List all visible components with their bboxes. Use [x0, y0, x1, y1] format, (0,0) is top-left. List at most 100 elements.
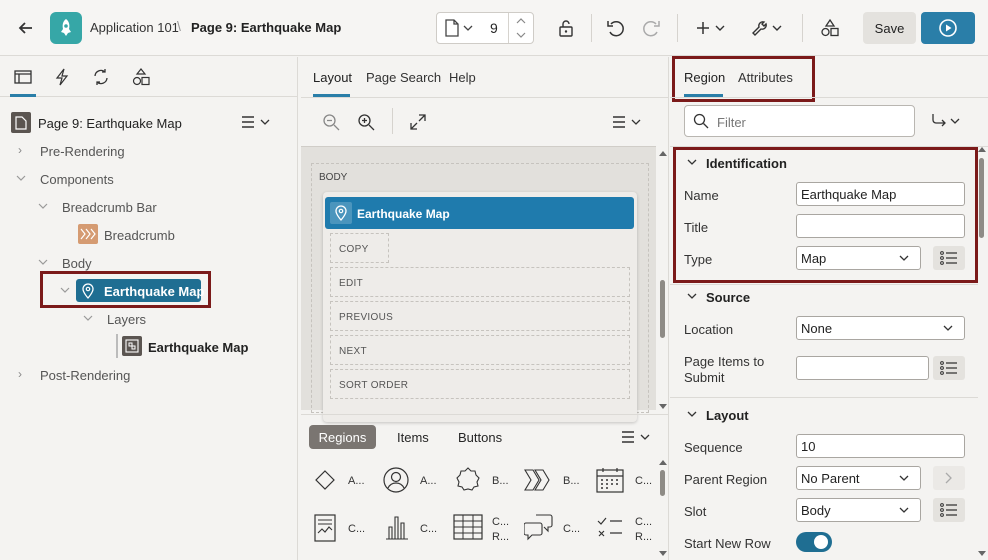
unlock-icon[interactable]	[555, 17, 577, 39]
tab-layout[interactable]: Layout	[313, 70, 352, 85]
map-region-title: Earthquake Map	[357, 207, 450, 221]
palette-item-label: C...	[635, 516, 653, 528]
slot-next[interactable]: NEXT	[330, 335, 630, 365]
avatar-region-icon[interactable]	[381, 464, 411, 496]
chevron-down-icon[interactable]	[898, 473, 910, 483]
tree-root-label[interactable]: Page 9: Earthquake Map	[38, 116, 182, 131]
chevron-down-icon[interactable]	[462, 22, 474, 34]
shared-components-icon[interactable]	[819, 17, 841, 39]
chart-region-icon[interactable]	[383, 512, 411, 542]
slot-copy[interactable]: COPY	[330, 233, 389, 263]
content-row-icon[interactable]	[595, 513, 625, 541]
tree-menu-button[interactable]	[240, 113, 272, 131]
tree-node-layer-earthquake-map[interactable]: Earthquake Map	[148, 340, 248, 355]
chevron-right-icon[interactable]: ›	[18, 367, 22, 381]
page-icon	[11, 112, 31, 133]
slot-list-button[interactable]	[933, 498, 965, 522]
tree-node-components[interactable]: Components	[40, 172, 114, 187]
chevron-down-icon[interactable]	[37, 201, 49, 211]
scroll-down-icon[interactable]	[977, 550, 986, 556]
utilities-wrench-button[interactable]	[748, 16, 786, 40]
tab-page-search[interactable]: Page Search	[366, 70, 441, 85]
chevron-down-icon[interactable]	[942, 323, 954, 333]
run-page-button[interactable]	[921, 12, 975, 44]
sequence-field[interactable]: 10	[796, 434, 965, 458]
active-tab-indicator	[10, 94, 36, 97]
palette-tab-regions[interactable]: Regions	[309, 425, 376, 449]
processing-tab-icon[interactable]	[91, 67, 111, 87]
undo-icon[interactable]	[605, 17, 627, 39]
page-number-value[interactable]: 9	[490, 20, 498, 36]
chevron-up-icon[interactable]	[516, 18, 526, 24]
chevron-down-icon[interactable]	[898, 505, 910, 515]
chevron-down-icon[interactable]	[15, 173, 27, 183]
zoom-in-icon[interactable]	[355, 111, 377, 133]
tree-node-breadcrumb-bar[interactable]: Breadcrumb Bar	[62, 200, 157, 215]
shared-components-tab-icon[interactable]	[131, 67, 151, 87]
breadcrumb-application[interactable]: Application 101	[90, 20, 179, 35]
section-source[interactable]: Source	[706, 290, 750, 305]
divider	[670, 97, 988, 98]
sequence-label: Sequence	[684, 440, 743, 455]
palette-item-label-line2: R...	[635, 531, 653, 543]
tree-guide-line	[116, 334, 118, 358]
rendering-tab-icon[interactable]	[13, 68, 33, 86]
layout-scrollbar[interactable]	[660, 280, 665, 338]
page-items-field[interactable]	[796, 356, 929, 380]
palette-tab-items[interactable]: Items	[397, 430, 429, 445]
page-stepper[interactable]	[508, 13, 532, 43]
scroll-up-icon[interactable]	[658, 150, 667, 156]
palette-menu-button[interactable]	[620, 429, 652, 445]
dynamic-actions-tab-icon[interactable]	[52, 67, 72, 87]
slot-previous[interactable]: PREVIOUS	[330, 301, 630, 331]
scroll-down-icon[interactable]	[658, 550, 667, 556]
page-items-list-button[interactable]	[933, 356, 965, 380]
palette-scrollbar[interactable]	[660, 470, 665, 496]
tree-node-layers[interactable]: Layers	[107, 312, 146, 327]
calendar-region-icon[interactable]	[595, 466, 625, 494]
go-to-group-button[interactable]	[928, 111, 964, 131]
palette-tab-buttons[interactable]: Buttons	[458, 430, 502, 445]
classic-report-icon[interactable]	[452, 513, 484, 541]
location-select[interactable]: None	[796, 316, 965, 340]
tree-node-body[interactable]: Body	[62, 256, 92, 271]
badge-region-icon[interactable]	[452, 464, 484, 496]
tree-node-pre-rendering[interactable]: Pre-Rendering	[40, 144, 125, 159]
page-icon	[443, 18, 461, 38]
chevron-down-icon[interactable]	[686, 409, 698, 419]
breadcrumb-region-icon[interactable]	[523, 466, 555, 494]
chevron-down-icon[interactable]	[516, 32, 526, 38]
tab-help[interactable]: Help	[449, 70, 476, 85]
palette-item-label: C...	[348, 523, 366, 535]
property-scrollbar[interactable]	[979, 158, 984, 238]
layout-menu-button[interactable]	[611, 113, 643, 131]
scroll-up-icon[interactable]	[977, 146, 986, 152]
card-region-icon[interactable]	[312, 513, 338, 543]
chevron-right-icon[interactable]: ›	[18, 143, 22, 157]
toolbar-divider	[677, 14, 678, 42]
back-arrow-icon[interactable]	[14, 16, 38, 40]
redo-icon[interactable]	[640, 17, 662, 39]
parent-region-go-button[interactable]	[933, 466, 965, 490]
scroll-down-icon[interactable]	[658, 403, 667, 409]
chevron-down-icon[interactable]	[686, 291, 698, 301]
expand-icon[interactable]	[407, 111, 429, 133]
chevron-down-icon[interactable]	[82, 313, 94, 323]
comments-region-icon[interactable]	[523, 512, 555, 542]
save-button[interactable]: Save	[863, 12, 916, 44]
tree-node-breadcrumb[interactable]: Breadcrumb	[104, 228, 175, 243]
alert-region-icon[interactable]	[312, 466, 338, 494]
slot-edit[interactable]: EDIT	[330, 267, 630, 297]
chevron-down-icon[interactable]	[37, 257, 49, 267]
tree-node-post-rendering[interactable]: Post-Rendering	[40, 368, 130, 383]
section-layout[interactable]: Layout	[706, 408, 749, 423]
palette-item-label-line2: R...	[492, 531, 510, 543]
highlight-box	[673, 147, 978, 283]
create-menu-button[interactable]	[695, 16, 729, 40]
application-icon[interactable]	[50, 12, 82, 44]
zoom-out-icon[interactable]	[320, 111, 342, 133]
scroll-up-icon[interactable]	[658, 459, 667, 465]
toolbar-divider	[802, 14, 803, 42]
slot-sort-order[interactable]: SORT ORDER	[330, 369, 630, 399]
palette-item-label: C...	[492, 516, 510, 528]
